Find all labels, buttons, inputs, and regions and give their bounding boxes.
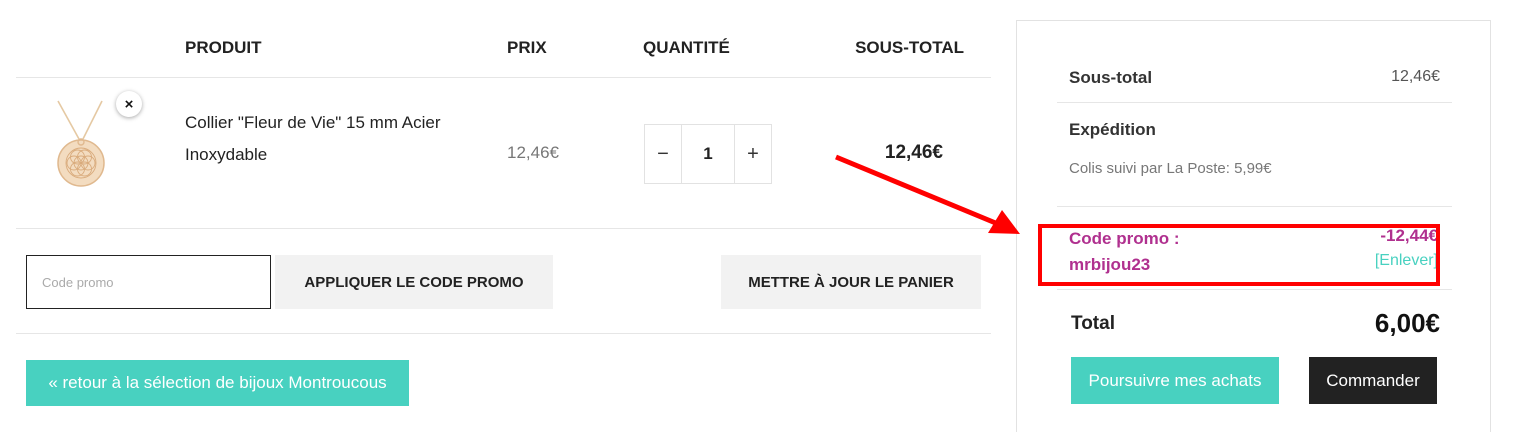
totals-promo-row: Code promo : mrbijou23 -12,44€ [Enlever]: [1057, 208, 1452, 290]
remove-item-button[interactable]: ×: [116, 91, 142, 117]
cart-actions: APPLIQUER LE CODE PROMO METTRE À JOUR LE…: [16, 230, 991, 334]
quantity-decrease-button[interactable]: −: [645, 125, 682, 183]
totals-subtotal-row: Sous-total 12,46€: [1057, 21, 1452, 103]
column-header-subtotal: SOUS-TOTAL: [855, 38, 964, 57]
promo-code-name: mrbijou23: [1069, 255, 1151, 274]
shipping-method: Colis suivi par La Poste: 5,99€: [1069, 160, 1272, 177]
total-value: 6,00€: [1374, 308, 1440, 338]
apply-promo-button[interactable]: APPLIQUER LE CODE PROMO: [275, 255, 553, 309]
promo-label-prefix: Code promo :: [1069, 229, 1180, 248]
quantity-increase-button[interactable]: +: [734, 125, 771, 183]
column-header-product: PRODUIT: [185, 38, 262, 57]
column-header-price: PRIX: [507, 38, 547, 57]
item-subtotal: 12,46€: [884, 142, 943, 163]
product-price: 12,46€: [507, 143, 559, 162]
continue-shopping-button[interactable]: Poursuivre mes achats: [1071, 357, 1279, 404]
cart-totals-panel: Sous-total 12,46€ Expédition Colis suivi…: [1016, 20, 1491, 432]
quantity-stepper: − 1 +: [644, 124, 772, 184]
promo-code-label: Code promo : mrbijou23: [1069, 226, 1180, 278]
remove-promo-link[interactable]: [Enlever]: [1375, 252, 1438, 270]
total-label: Total: [1071, 313, 1115, 334]
shipping-label: Expédition: [1069, 120, 1156, 139]
update-cart-button[interactable]: METTRE À JOUR LE PANIER: [721, 255, 981, 309]
cart-item-row: × Collier "Fleur de Vie" 15 mm Acier Ino…: [16, 79, 991, 229]
promo-code-input[interactable]: [26, 255, 271, 309]
back-to-selection-button[interactable]: « retour à la sélection de bijoux Montro…: [26, 360, 409, 406]
totals-total-row: Total 6,00€: [1057, 291, 1452, 351]
gold-pendant-necklace-icon: [57, 100, 105, 187]
cart-table-header: PRODUIT PRIX QUANTITÉ SOUS-TOTAL: [16, 20, 991, 78]
column-header-quantity: QUANTITÉ: [643, 38, 730, 57]
product-name-link[interactable]: Collier "Fleur de Vie" 15 mm Acier Inoxy…: [185, 107, 485, 171]
quantity-input[interactable]: 1: [682, 125, 734, 183]
subtotal-value: 12,46€: [1391, 68, 1440, 85]
totals-shipping-row: Expédition Colis suivi par La Poste: 5,9…: [1057, 104, 1452, 207]
checkout-button[interactable]: Commander: [1309, 357, 1437, 404]
subtotal-label: Sous-total: [1069, 68, 1153, 87]
promo-discount-amount: -12,44€: [1380, 226, 1438, 245]
product-thumbnail[interactable]: [46, 99, 116, 195]
